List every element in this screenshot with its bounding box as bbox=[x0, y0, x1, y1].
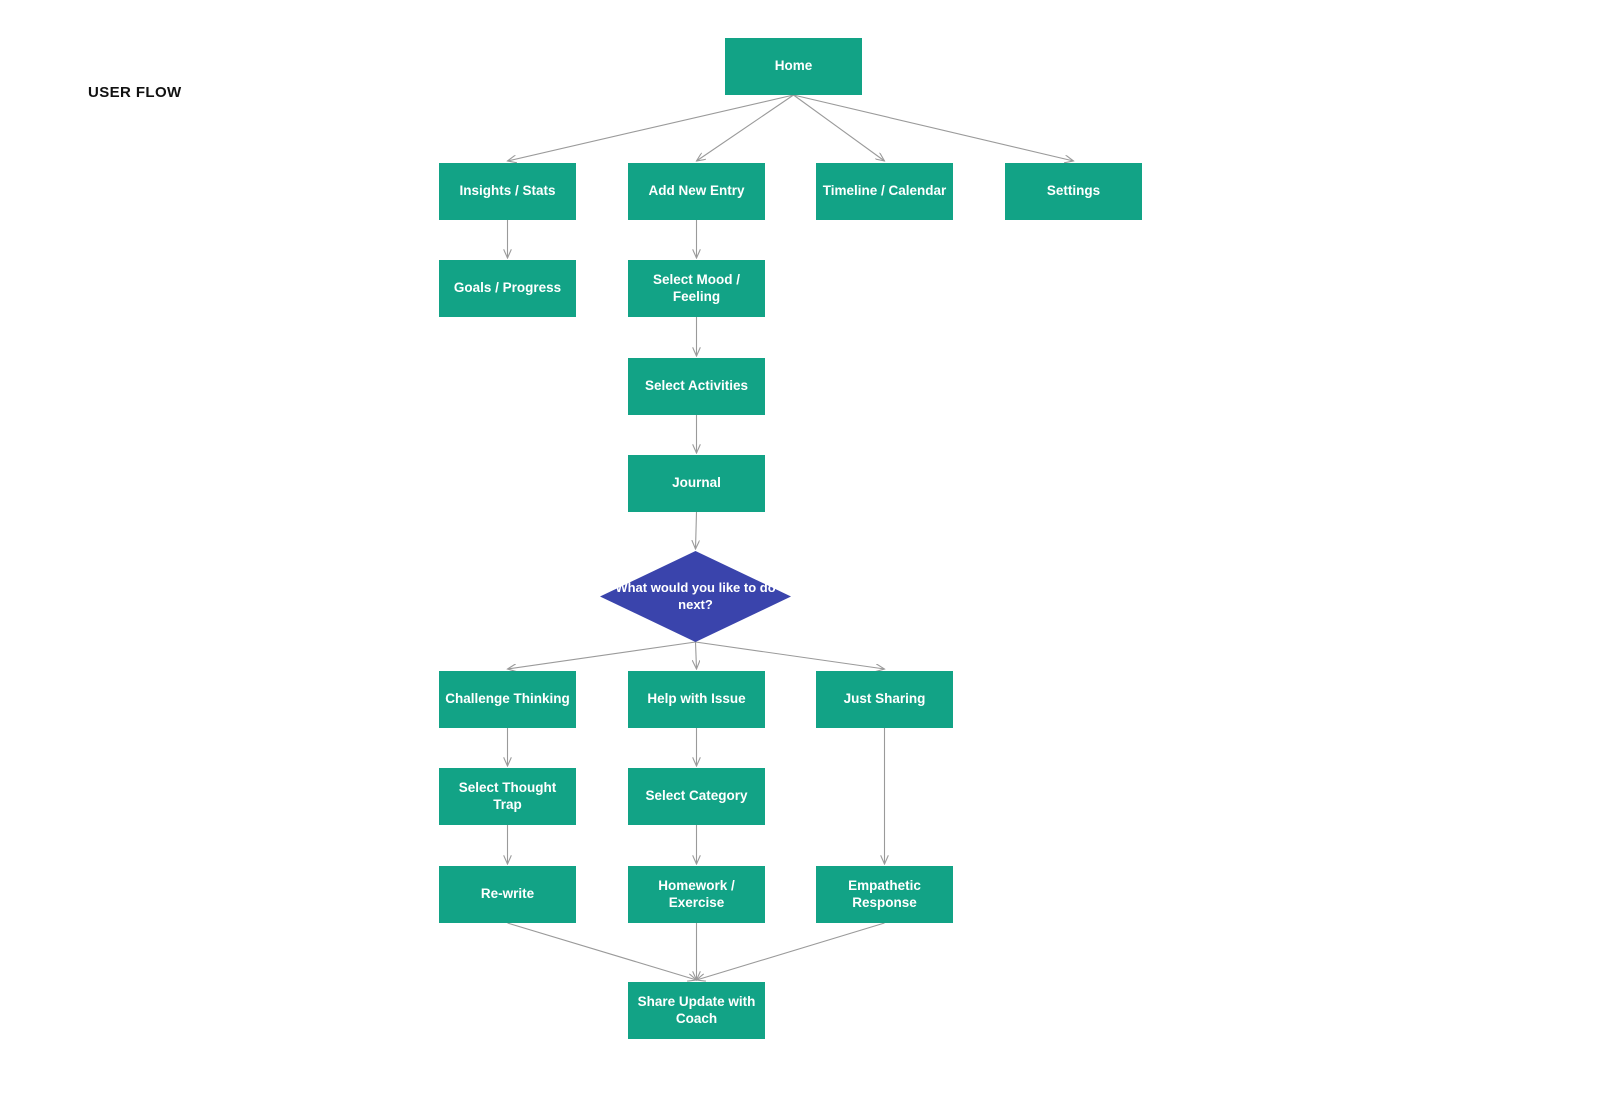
edges bbox=[507, 94, 1074, 980]
node-label: Settings bbox=[1046, 183, 1101, 199]
edge-layer bbox=[0, 94, 1597, 1094]
page-title: USER FLOW bbox=[88, 84, 182, 101]
node-decision[interactable]: What would you like to do next? bbox=[600, 551, 791, 642]
edge-home-to-insights bbox=[508, 94, 794, 161]
node-label: Share Update with Coach bbox=[637, 993, 756, 1026]
node-label: Home bbox=[774, 58, 813, 74]
node-label: Challenge Thinking bbox=[445, 691, 570, 707]
node-label: Add New Entry bbox=[648, 183, 745, 199]
node-label: Insights / Stats bbox=[459, 183, 556, 199]
node-label: Select Thought Trap bbox=[458, 779, 557, 812]
edge-home-to-timeline bbox=[793, 94, 885, 161]
node-thoughttrap[interactable]: Select Thought Trap bbox=[439, 768, 576, 825]
node-insights[interactable]: Insights / Stats bbox=[439, 163, 576, 220]
edge-empathetic-to-sharecoach bbox=[697, 922, 885, 980]
node-empathetic[interactable]: Empathetic Response bbox=[816, 866, 953, 923]
node-settings[interactable]: Settings bbox=[1005, 163, 1142, 220]
edge-decision-to-challenge bbox=[508, 641, 696, 669]
node-label: What would you like to do next? bbox=[615, 579, 776, 612]
edge-journal-to-decision bbox=[696, 511, 697, 549]
node-label: Select Mood / Feeling bbox=[652, 271, 740, 304]
edge-rewrite-to-sharecoach bbox=[507, 922, 697, 980]
node-activities[interactable]: Select Activities bbox=[628, 358, 765, 415]
node-label: Homework / Exercise bbox=[658, 877, 735, 910]
node-label: Journal bbox=[672, 475, 721, 491]
node-mood[interactable]: Select Mood / Feeling bbox=[628, 260, 765, 317]
node-challenge[interactable]: Challenge Thinking bbox=[439, 671, 576, 728]
node-home[interactable]: Home bbox=[725, 38, 862, 95]
edge-home-to-settings bbox=[793, 94, 1074, 161]
node-label: Just Sharing bbox=[843, 691, 926, 707]
node-sharing[interactable]: Just Sharing bbox=[816, 671, 953, 728]
node-rewrite[interactable]: Re-write bbox=[439, 866, 576, 923]
node-category[interactable]: Select Category bbox=[628, 768, 765, 825]
edge-decision-to-helpissue bbox=[696, 641, 697, 669]
node-label: Re-write bbox=[480, 886, 535, 902]
node-label: Timeline / Calendar bbox=[822, 183, 947, 199]
node-label: Goals / Progress bbox=[453, 280, 562, 296]
node-goals[interactable]: Goals / Progress bbox=[439, 260, 576, 317]
node-sharecoach[interactable]: Share Update with Coach bbox=[628, 982, 765, 1039]
node-helpissue[interactable]: Help with Issue bbox=[628, 671, 765, 728]
node-label: Select Activities bbox=[644, 378, 749, 394]
node-timeline[interactable]: Timeline / Calendar bbox=[816, 163, 953, 220]
edge-decision-to-sharing bbox=[695, 641, 885, 669]
flowchart-canvas: USER FLOW Home Insights / Stats Add New En… bbox=[0, 0, 1597, 1094]
node-label: Empathetic Response bbox=[848, 877, 921, 910]
node-label: Select Category bbox=[645, 788, 748, 804]
node-journal[interactable]: Journal bbox=[628, 455, 765, 512]
node-homework[interactable]: Homework / Exercise bbox=[628, 866, 765, 923]
node-addentry[interactable]: Add New Entry bbox=[628, 163, 765, 220]
node-label: Help with Issue bbox=[647, 691, 746, 707]
edge-home-to-addentry bbox=[697, 94, 794, 161]
